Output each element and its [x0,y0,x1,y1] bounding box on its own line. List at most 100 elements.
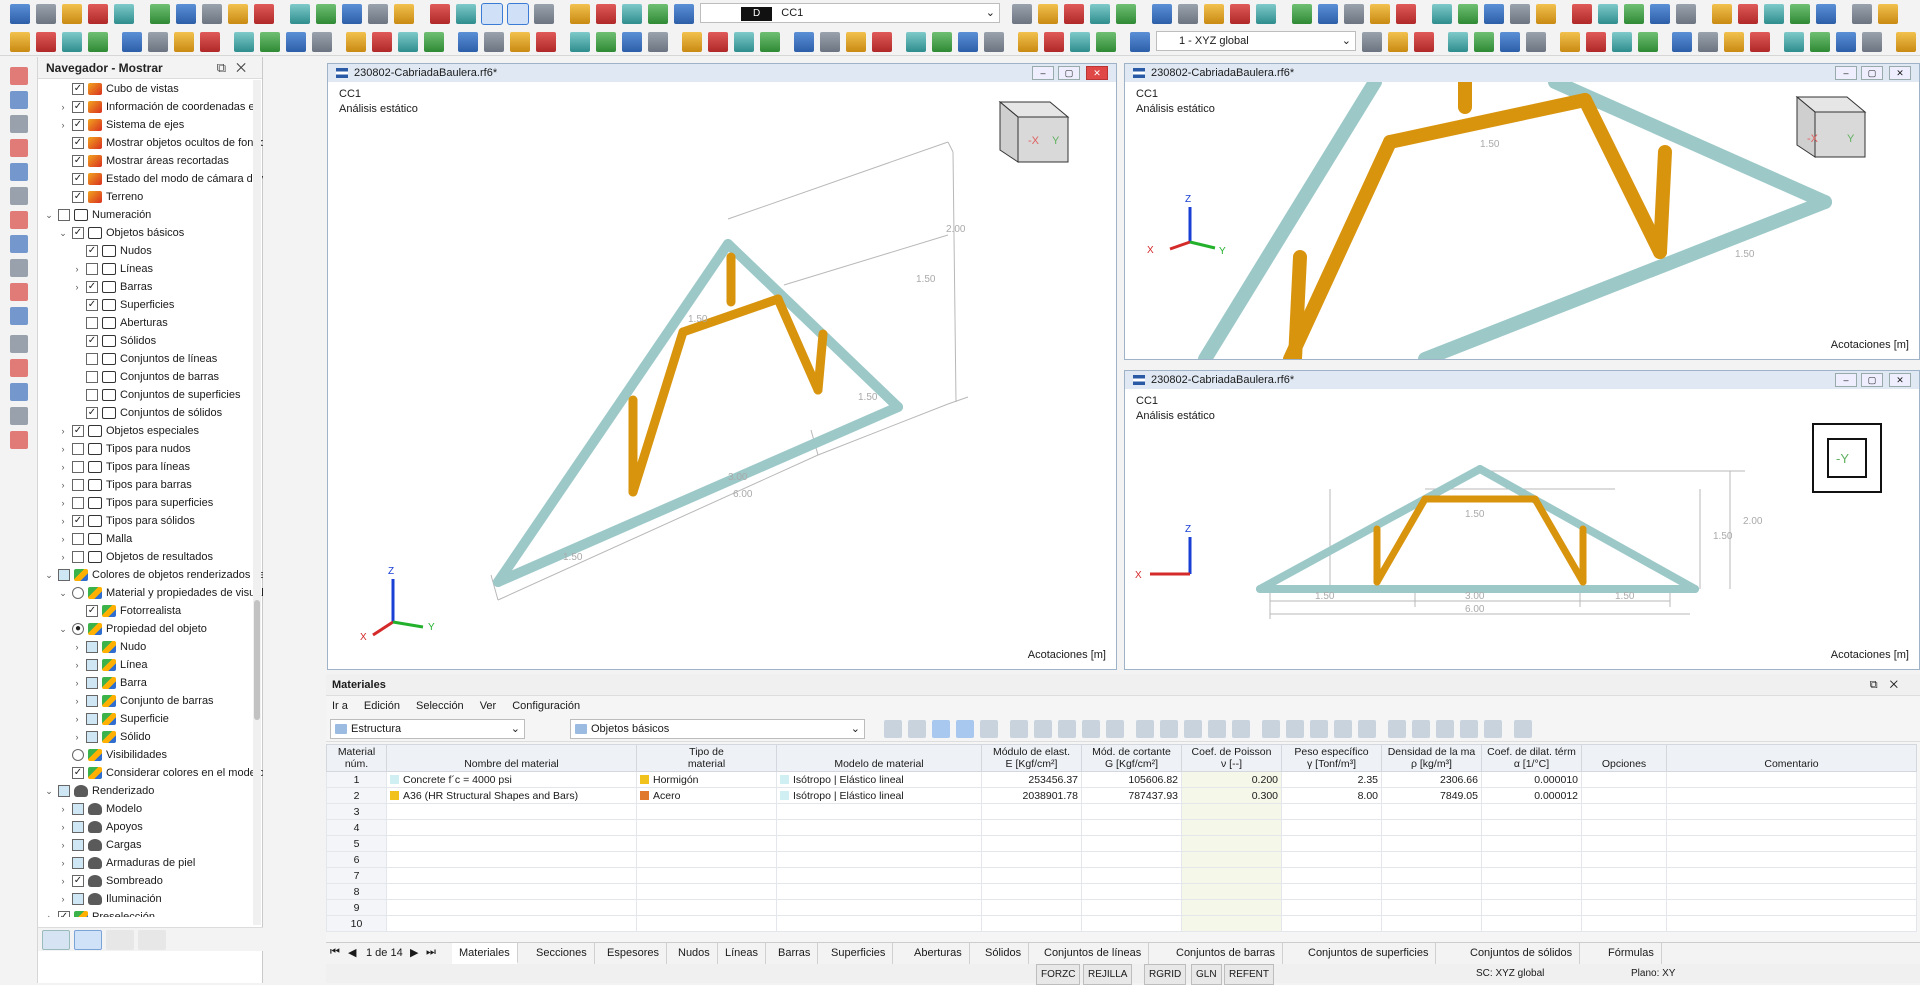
undo-icon[interactable] [114,4,134,24]
tab-1[interactable]: Secciones [529,943,595,964]
cell-empty[interactable] [1381,883,1482,900]
cell-empty[interactable] [636,835,777,852]
tab-11[interactable]: Conjuntos de superficies [1301,943,1437,964]
tree-item[interactable]: › ✓ Tipos para sólidos [38,512,253,530]
col-header-model[interactable]: Modelo de material [776,744,982,772]
cell-empty[interactable] [1281,851,1382,868]
folder-icon[interactable] [1116,4,1136,24]
cell-empty[interactable] [1281,915,1382,932]
checkbox[interactable] [86,713,98,725]
settings-icon[interactable] [368,4,388,24]
status-toggle-button[interactable]: FORZC [1036,964,1081,985]
settings-icon[interactable] [1672,32,1692,52]
chevron-down-icon[interactable]: ⌄ [58,224,68,242]
minimize-button[interactable]: – [1032,66,1054,80]
print-icon[interactable] [481,3,503,25]
chevron-right-icon[interactable]: › [58,836,68,854]
paste-icon[interactable] [1010,720,1028,738]
cell-empty[interactable] [1581,915,1667,932]
save-icon[interactable] [1750,32,1770,52]
cell-num[interactable]: 8 [326,883,387,900]
checkbox[interactable]: ✓ [86,299,98,311]
file-icon[interactable] [708,32,728,52]
tree-item[interactable]: › Armaduras de piel [38,854,253,872]
structure-combo[interactable]: Estructura ⌄ [330,719,525,739]
render-icon[interactable] [1612,32,1632,52]
cell-empty[interactable] [1581,899,1667,916]
cell-e[interactable]: 253456.37 [981,771,1082,788]
chevron-down-icon[interactable]: ⌄ [58,620,68,638]
cell-empty[interactable] [1381,899,1482,916]
cell-empty[interactable] [776,851,982,868]
redo-icon[interactable] [1624,4,1644,24]
rotate-icon[interactable] [1586,32,1606,52]
chevron-right-icon[interactable]: › [58,548,68,566]
cell-empty[interactable] [1381,803,1482,820]
tree-item[interactable]: ⌄ ✓ Objetos básicos [38,224,253,242]
grid-icon[interactable] [596,4,616,24]
first-page-button[interactable]: ⏮ [330,946,340,959]
file-icon[interactable] [312,32,332,52]
maximize-button[interactable]: ▢ [1861,66,1883,80]
cell-empty[interactable] [1281,883,1382,900]
tree-item[interactable]: ✓ Mostrar áreas recortadas [38,152,253,170]
select-icon[interactable] [148,32,168,52]
cell-empty[interactable] [1581,867,1667,884]
cell-empty[interactable] [1581,883,1667,900]
minimize-button[interactable]: – [1835,66,1857,80]
save-icon[interactable] [760,32,780,52]
cell-empty[interactable] [386,899,637,916]
cell-empty[interactable] [1281,867,1382,884]
cell-empty[interactable] [981,883,1082,900]
view-cube-icon[interactable]: -X Y [1795,95,1867,158]
render-icon[interactable] [1012,4,1032,24]
file-icon[interactable] [394,4,414,24]
tree-item[interactable]: › Conjunto de barras [38,692,253,710]
col-header-comment[interactable]: Comentario [1666,744,1917,772]
tree-item[interactable]: › ✓ Barras [38,278,253,296]
redo-icon[interactable] [1836,32,1856,52]
tree-item[interactable]: › Sólido [38,728,253,746]
tree-item[interactable]: › Iluminación [38,890,253,908]
tree-item[interactable]: › Cargas [38,836,253,854]
select-icon[interactable] [536,32,556,52]
rotate-icon[interactable] [1370,4,1390,24]
function-icon[interactable] [1106,720,1124,738]
line-tool-icon[interactable] [10,67,28,85]
zoom-icon[interactable] [648,4,668,24]
radio-button[interactable] [72,587,84,599]
checkbox[interactable] [86,353,98,365]
chevron-right-icon[interactable]: › [44,908,54,917]
spline-tool-icon[interactable] [10,139,28,157]
checkbox[interactable]: ✓ [72,101,84,113]
redo-icon[interactable] [1448,32,1468,52]
col-header-name[interactable]: Nombre del material [386,744,637,772]
render-icon[interactable] [1018,32,1038,52]
folder-icon[interactable] [346,32,366,52]
checkbox[interactable]: ✓ [72,767,84,779]
checkbox[interactable]: ✓ [72,119,84,131]
load-case-combo[interactable]: D CC1 ⌄ [700,3,1000,23]
checkbox[interactable] [72,461,84,473]
col-header-options[interactable]: Opciones [1581,744,1667,772]
col-header-poisson[interactable]: Coef. de Poisson ν [--] [1181,744,1282,772]
tree-item[interactable]: ✓ Estado del modo de cámara de v... [38,170,263,188]
settings-icon[interactable] [1852,4,1872,24]
table-icon[interactable] [908,720,926,738]
table-row[interactable]: 3 [326,803,1917,820]
save-icon[interactable] [456,4,476,24]
cell-empty[interactable] [776,867,982,884]
select-icon[interactable] [884,720,902,738]
cell-empty[interactable] [1666,835,1917,852]
select-icon[interactable] [1318,4,1338,24]
spline-tool-icon[interactable] [10,335,28,353]
tree-item[interactable]: › Modelo [38,800,253,818]
view-icon[interactable] [1256,4,1276,24]
radio-button[interactable] [72,749,84,761]
undo-icon[interactable] [424,32,444,52]
cell-type[interactable]: Hormigón [636,771,777,788]
tree-item[interactable]: Visibilidades [38,746,253,764]
chevron-right-icon[interactable]: › [72,710,82,728]
cell-empty[interactable] [1181,867,1282,884]
cell-empty[interactable] [1481,835,1582,852]
